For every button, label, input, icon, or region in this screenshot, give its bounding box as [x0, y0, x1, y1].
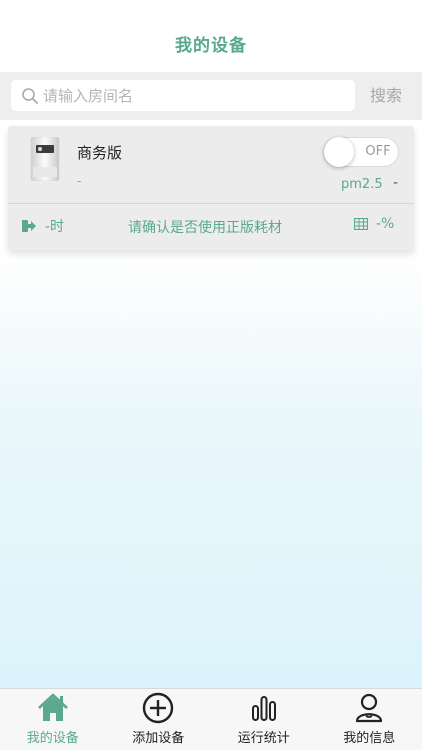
- tab-my-devices[interactable]: 我的设备: [0, 689, 106, 750]
- user-icon: [356, 693, 383, 723]
- toggle-knob: [324, 137, 354, 167]
- run-hours-value: -时: [45, 219, 65, 235]
- tab-my-info[interactable]: 我的信息: [317, 689, 422, 750]
- app-screen: 我的设备 搜索 商务版 -: [0, 0, 422, 750]
- bar-chart-icon: [251, 696, 276, 721]
- home-icon: [37, 693, 68, 721]
- tab-add-device[interactable]: 添加设备: [106, 689, 212, 750]
- tab-label: 我的设备: [26, 731, 79, 746]
- exit-arrow-icon: [22, 220, 36, 232]
- search-input[interactable]: [43, 86, 333, 105]
- pm25-value: -: [393, 175, 399, 191]
- tab-label: 我的信息: [343, 731, 396, 746]
- search-bar: 搜索: [0, 72, 422, 120]
- card-divider: [8, 203, 414, 204]
- device-name: 商务版: [77, 144, 123, 162]
- power-toggle[interactable]: OFF: [323, 137, 399, 167]
- device-subtitle: -: [77, 174, 82, 188]
- filter-life-value: -%: [376, 216, 395, 232]
- search-box[interactable]: [11, 80, 355, 111]
- pm25-label: pm2.5: [341, 177, 383, 192]
- device-card[interactable]: 商务版 - OFF pm2.5 - -时 请确认是否使用正版耗材 -%: [8, 126, 414, 250]
- search-icon: [22, 87, 38, 104]
- tab-label: 添加设备: [132, 731, 185, 746]
- bottom-tab-bar: 我的设备 添加设备 运行统计 我的信息: [0, 688, 422, 750]
- run-hours: -时: [22, 216, 64, 236]
- tab-label: 运行统计: [237, 731, 290, 746]
- search-button[interactable]: 搜索: [362, 84, 410, 108]
- air-purifier-image: [30, 137, 60, 181]
- filter-life: -%: [354, 216, 394, 232]
- power-state-label: OFF: [365, 144, 391, 159]
- title-bar: 我的设备: [0, 0, 422, 72]
- add-circle-icon: [143, 692, 174, 724]
- page-title: 我的设备: [175, 36, 247, 56]
- consumable-notice: 请确认是否使用正版耗材: [128, 220, 282, 236]
- grid-table-icon: [354, 218, 368, 230]
- tab-statistics[interactable]: 运行统计: [211, 689, 317, 750]
